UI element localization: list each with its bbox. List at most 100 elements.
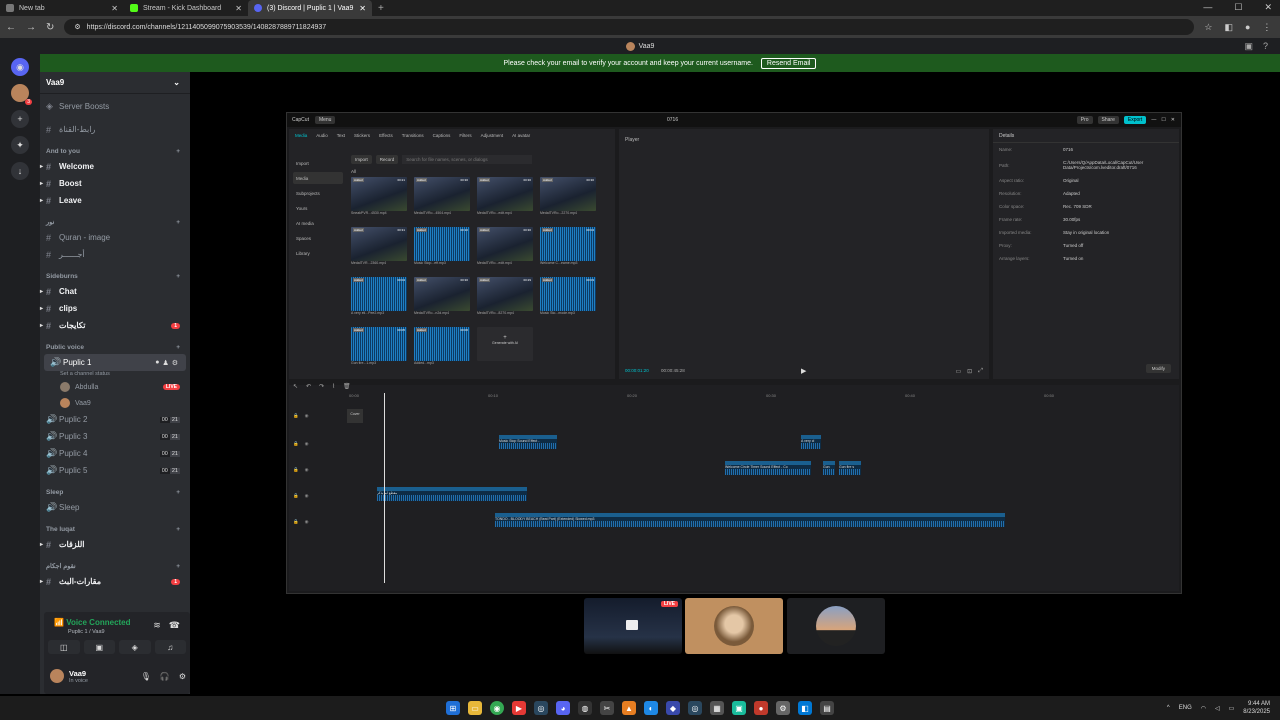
fullscreen-icon[interactable]: ⤢ — [978, 368, 983, 375]
maximize-icon[interactable]: ☐ — [1161, 117, 1165, 123]
channel-status[interactable]: Set a channel status — [40, 371, 190, 379]
stream-tile-abdulla[interactable]: LIVE — [584, 598, 682, 654]
soundboard-button[interactable]: ♫ — [154, 640, 186, 654]
shield-icon[interactable]: ◆ — [666, 701, 680, 715]
voice-channel-puplic5[interactable]: 🔊 Puplic 5 00 21 — [40, 462, 190, 479]
delete-icon[interactable]: 🗑 — [343, 383, 351, 390]
file-explorer-icon[interactable]: ▭ — [468, 701, 482, 715]
cover-button[interactable]: Cover — [347, 409, 363, 423]
timeline-clip[interactable]: TONDO - BLOODY BEACH (Beat Part) (Extend… — [495, 513, 1005, 527]
voice-status[interactable]: 📶 Voice Connected — [54, 618, 131, 627]
close-icon[interactable]: ✕ — [1171, 117, 1175, 123]
reload-icon[interactable]: ↻ — [46, 22, 54, 33]
close-icon[interactable]: ✕ — [359, 4, 366, 13]
participant-tile-vaa9[interactable] — [685, 598, 783, 654]
lock-icon[interactable]: 🔒 — [293, 493, 299, 499]
menu-icon[interactable]: ⋮ — [1262, 22, 1271, 33]
lock-icon[interactable]: 🔒 — [293, 413, 299, 419]
start-icon[interactable]: ⊞ — [446, 701, 460, 715]
voice-channel-puplic4[interactable]: 🔊 Puplic 4 00 21 — [40, 445, 190, 462]
app-icon[interactable]: ▦ — [710, 701, 724, 715]
profile-icon[interactable]: ● — [1245, 22, 1250, 33]
download-icon[interactable]: ↓ — [11, 162, 29, 180]
add-channel-icon[interactable]: + — [176, 344, 180, 351]
media-thumbnail[interactable]: Added 00:29 MedalTVRo...8270.mp4 — [477, 277, 533, 320]
media-menu-item[interactable]: Yours — [293, 202, 343, 214]
mute-icon[interactable]: ◉ — [305, 467, 309, 473]
forward-icon[interactable]: → — [26, 22, 36, 33]
voice-channel-puplic1[interactable]: 🔊 Puplic 1 ● ♟ ⚙ — [44, 354, 186, 371]
app-icon[interactable]: ▤ — [820, 701, 834, 715]
channel-ar5[interactable]: ▸ # مقارات-البث 1 — [40, 573, 190, 590]
category-public-voice[interactable]: Public voice + — [40, 340, 190, 354]
media-thumbnail[interactable]: Added 00:06 Added...mp3 — [414, 327, 470, 370]
discord-icon[interactable]: ◕ — [556, 701, 570, 715]
media-thumbnail[interactable]: Added 00:30 MedalTVRo...edit.mp4 — [477, 177, 533, 220]
media-thumbnail[interactable]: Added 00:31 MedalTVR...2360.mp4 — [351, 227, 407, 270]
media-thumbnail[interactable]: Added 00:03 Music Sto...mode.mp3 — [540, 277, 596, 320]
language-indicator[interactable]: ENG — [1179, 705, 1192, 711]
media-thumbnail[interactable]: Added 00:10 Music Stop...eff.mp3 — [414, 227, 470, 270]
app-icon[interactable]: ● — [754, 701, 768, 715]
channel-ar2[interactable]: # أجــــــر — [40, 246, 190, 263]
app-icon[interactable]: ▣ — [732, 701, 746, 715]
add-channel-icon[interactable]: + — [176, 563, 180, 570]
playhead[interactable] — [384, 393, 385, 583]
capcut-menu-button[interactable]: Menu — [314, 116, 336, 124]
tab-kick-dashboard[interactable]: Stream - Kick Dashboard ✕ — [124, 0, 248, 16]
timeline-clip[interactable]: Welcome Circle Timer Sound Effect - Co — [725, 461, 811, 475]
lock-icon[interactable]: 🔒 — [293, 467, 299, 473]
mic-icon[interactable]: 🎙 — [141, 672, 151, 681]
add-channel-icon[interactable]: + — [176, 148, 180, 155]
channel-quran[interactable]: # Quran - image — [40, 229, 190, 246]
modify-button[interactable]: Modify — [1145, 364, 1171, 373]
channel-top[interactable]: # رابط-القناة — [40, 121, 190, 138]
help-icon[interactable]: ? — [1263, 41, 1268, 52]
back-icon[interactable]: ← — [6, 22, 16, 33]
category-and-to-you[interactable]: And to you + — [40, 144, 190, 158]
capcut-window[interactable]: CapCut Menu 0716 Pro Share Export — ☐ ✕ Me… — [286, 112, 1182, 594]
media-thumbnail[interactable]: Added 00:04 A very eli...Pee2.mp3 — [351, 277, 407, 320]
media-thumbnail[interactable]: Added 00:30 MedalTVRo...4504.mp4 — [414, 177, 470, 220]
lock-icon[interactable]: 🔒 — [293, 519, 299, 525]
add-channel-icon[interactable]: + — [176, 489, 180, 496]
inbox-icon[interactable]: ▣ — [1244, 41, 1253, 52]
channel-boost[interactable]: ▸ # Boost — [40, 175, 190, 192]
timeline-clip[interactable]: Gun fire s — [839, 461, 861, 475]
category-sleep[interactable]: Sleep + — [40, 485, 190, 499]
extension-icon[interactable]: ◧ — [1224, 22, 1233, 33]
capcut-tab[interactable]: Transitions — [402, 133, 424, 138]
voice-channel-sleep[interactable]: 🔊 Sleep — [40, 499, 190, 516]
settings-icon[interactable]: ⚙ — [172, 359, 178, 367]
eye-icon[interactable]: ◉ — [305, 413, 309, 419]
mute-icon[interactable]: ◉ — [305, 519, 309, 525]
category-ar5[interactable]: نقوم اجكام + — [40, 559, 190, 573]
channel-welcome[interactable]: ▸ # Welcome — [40, 158, 190, 175]
server-vaa9-icon[interactable]: 3 — [11, 84, 32, 105]
timeline-clip[interactable]: Gun — [823, 461, 835, 475]
lock-icon[interactable]: 🔒 — [293, 441, 299, 447]
add-channel-icon[interactable]: + — [176, 526, 180, 533]
channel-leave[interactable]: ▸ # Leave — [40, 192, 190, 209]
close-window-icon[interactable]: ✕ — [1264, 2, 1272, 13]
pro-button[interactable]: Pro — [1076, 116, 1093, 124]
split-icon[interactable]: ⌇ — [332, 383, 335, 390]
vlc-icon[interactable]: ▲ — [622, 701, 636, 715]
camera-button[interactable]: ◫ — [48, 640, 80, 654]
category-luqat[interactable]: The luqat + — [40, 522, 190, 536]
play-icon[interactable]: ▶ — [801, 367, 806, 375]
mute-icon[interactable]: ◉ — [305, 493, 309, 499]
media-menu-item[interactable]: AI media — [293, 217, 343, 229]
voice-user-vaa9[interactable]: Vaa9 — [40, 395, 190, 411]
generate-with-ai-tile[interactable]: + Generate with AI — [477, 327, 533, 370]
media-thumbnail[interactable]: Added 00:30 MedalTVRo...2270.mp4 — [540, 177, 596, 220]
minimize-icon[interactable]: — — [1151, 117, 1156, 123]
explore-icon[interactable]: ✦ — [11, 136, 29, 154]
server-header[interactable]: Vaa9 ⌄ — [40, 72, 190, 94]
undo-icon[interactable]: ↶ — [306, 383, 311, 390]
capcut-tab[interactable]: Adjustment — [481, 133, 504, 138]
mute-icon[interactable]: ◉ — [305, 441, 309, 447]
channel-ar4[interactable]: ▸ # اللزقات — [40, 536, 190, 553]
add-channel-icon[interactable]: + — [176, 219, 180, 226]
app-icon[interactable]: ◧ — [798, 701, 812, 715]
